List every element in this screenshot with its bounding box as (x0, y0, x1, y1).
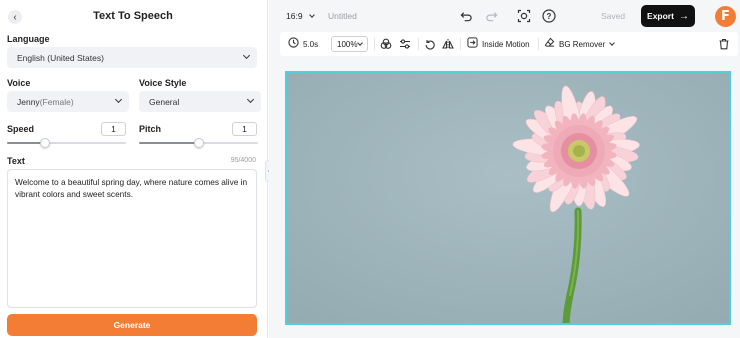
motion-icon (467, 37, 478, 51)
voice-style-select[interactable]: General (139, 91, 261, 112)
canvas-toolbar: 5.0s 100% Inside Motion BG Remover (280, 32, 738, 56)
speed-label: Speed (7, 124, 35, 134)
zoom-select[interactable]: 100% (331, 36, 368, 52)
language-value: English (United States) (17, 52, 104, 63)
pitch-slider[interactable] (139, 138, 258, 148)
chevron-down-icon (246, 95, 255, 104)
speed-slider[interactable] (7, 138, 126, 148)
text-label: Text (7, 156, 25, 166)
color-icon[interactable] (380, 32, 392, 56)
speed-slider-handle[interactable] (40, 138, 50, 148)
duration-value: 5.0s (303, 39, 319, 49)
toolbar-divider (460, 38, 461, 50)
duration-control[interactable]: 5.0s (288, 32, 318, 56)
rotate-icon[interactable] (424, 32, 436, 56)
export-label: Export (647, 11, 674, 21)
redo-icon[interactable] (483, 8, 499, 24)
voice-select[interactable]: Jenny (Female) (7, 91, 129, 112)
trash-icon[interactable] (718, 32, 730, 56)
help-icon[interactable]: ? (541, 8, 557, 24)
adjust-icon[interactable] (399, 32, 411, 56)
voice-name: Jenny (17, 96, 40, 107)
text-counter: 95/4000 (230, 157, 256, 164)
document-title[interactable]: Untitled (328, 11, 357, 21)
tts-panel: ‹ Text To Speech Language English (Unite… (0, 0, 268, 338)
brand-logo: F (715, 6, 736, 27)
svg-text:?: ? (547, 12, 552, 21)
speed-input[interactable]: 1 (101, 122, 126, 136)
inside-motion-label: Inside Motion (482, 39, 530, 49)
editor-area: 16:9 Untitled ? Saved Export → F 5.0s 10… (269, 0, 740, 338)
language-label: Language (7, 34, 50, 44)
zoom-value: 100% (337, 39, 358, 49)
language-select[interactable]: English (United States) (7, 47, 257, 68)
aspect-ratio-select[interactable]: 16:9 (286, 11, 315, 21)
flip-icon[interactable] (442, 32, 454, 56)
arrow-right-icon: → (678, 10, 689, 22)
chevron-down-icon (308, 11, 315, 18)
undo-icon[interactable] (458, 8, 474, 24)
aspect-ratio-value: 16:9 (286, 11, 303, 21)
panel-title: Text To Speech (93, 10, 173, 22)
pitch-input[interactable]: 1 (232, 122, 257, 136)
top-bar: 16:9 Untitled ? Saved Export → F (269, 0, 740, 32)
bg-remover-label: BG Remover (559, 39, 606, 49)
voice-gender: (Female) (39, 96, 74, 107)
saved-status: Saved (601, 11, 626, 21)
voice-label: Voice (7, 78, 31, 88)
chevron-down-icon (114, 95, 123, 104)
pitch-slider-handle[interactable] (194, 138, 204, 148)
pitch-slider-fill (139, 142, 199, 144)
toolbar-divider (538, 38, 539, 50)
eraser-icon (544, 37, 555, 51)
export-button[interactable]: Export → (641, 5, 695, 27)
canvas-frame[interactable] (285, 71, 731, 325)
pitch-label: Pitch (139, 124, 162, 134)
bg-remover-button[interactable]: BG Remover (544, 32, 616, 56)
chevron-down-icon (242, 51, 251, 60)
chevron-down-icon (609, 39, 616, 46)
chevron-down-icon (357, 40, 363, 46)
generate-button[interactable]: Generate (7, 314, 257, 336)
canvas-image (287, 73, 729, 323)
toolbar-divider (374, 38, 375, 50)
toolbar-divider (418, 38, 419, 50)
screenshot-icon[interactable] (516, 8, 532, 24)
voice-style-label: Voice Style (139, 78, 187, 88)
tts-text-input[interactable]: Welcome to a beautiful spring day, where… (7, 169, 257, 308)
inside-motion-button[interactable]: Inside Motion (467, 32, 530, 56)
timer-icon (288, 37, 299, 51)
voice-style-value: General (149, 96, 180, 107)
